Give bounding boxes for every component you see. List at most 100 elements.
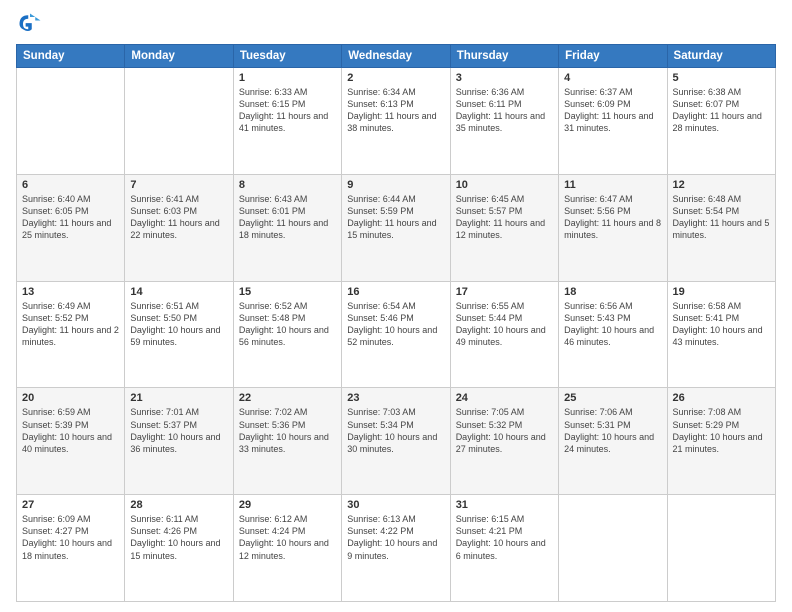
day-info: Sunrise: 6:33 AMSunset: 6:15 PMDaylight:… <box>239 86 336 135</box>
weekday-header-friday: Friday <box>559 45 667 68</box>
day-number: 14 <box>130 286 227 298</box>
weekday-header-sunday: Sunday <box>17 45 125 68</box>
day-info: Sunrise: 6:13 AMSunset: 4:22 PMDaylight:… <box>347 513 444 562</box>
day-number: 23 <box>347 392 444 404</box>
calendar-cell: 23 Sunrise: 7:03 AMSunset: 5:34 PMDayligh… <box>342 388 450 495</box>
day-number: 4 <box>564 72 661 84</box>
calendar-cell: 3 Sunrise: 6:36 AMSunset: 6:11 PMDaylight… <box>450 68 558 175</box>
calendar-cell: 2 Sunrise: 6:34 AMSunset: 6:13 PMDaylight… <box>342 68 450 175</box>
day-info: Sunrise: 6:41 AMSunset: 6:03 PMDaylight:… <box>130 193 227 242</box>
calendar-cell: 30 Sunrise: 6:13 AMSunset: 4:22 PMDayligh… <box>342 495 450 602</box>
day-number: 5 <box>673 72 770 84</box>
calendar-cell: 25 Sunrise: 7:06 AMSunset: 5:31 PMDayligh… <box>559 388 667 495</box>
day-info: Sunrise: 6:51 AMSunset: 5:50 PMDaylight:… <box>130 300 227 349</box>
day-number: 20 <box>22 392 119 404</box>
day-number: 1 <box>239 72 336 84</box>
day-number: 2 <box>347 72 444 84</box>
calendar-cell: 13 Sunrise: 6:49 AMSunset: 5:52 PMDayligh… <box>17 281 125 388</box>
day-number: 7 <box>130 179 227 191</box>
calendar-cell: 10 Sunrise: 6:45 AMSunset: 5:57 PMDayligh… <box>450 174 558 281</box>
weekday-header-wednesday: Wednesday <box>342 45 450 68</box>
day-number: 11 <box>564 179 661 191</box>
weekday-header-monday: Monday <box>125 45 233 68</box>
day-info: Sunrise: 6:37 AMSunset: 6:09 PMDaylight:… <box>564 86 661 135</box>
day-info: Sunrise: 6:45 AMSunset: 5:57 PMDaylight:… <box>456 193 553 242</box>
calendar-cell: 27 Sunrise: 6:09 AMSunset: 4:27 PMDayligh… <box>17 495 125 602</box>
weekday-header-thursday: Thursday <box>450 45 558 68</box>
calendar-cell: 8 Sunrise: 6:43 AMSunset: 6:01 PMDaylight… <box>233 174 341 281</box>
day-info: Sunrise: 6:56 AMSunset: 5:43 PMDaylight:… <box>564 300 661 349</box>
day-number: 12 <box>673 179 770 191</box>
day-info: Sunrise: 6:38 AMSunset: 6:07 PMDaylight:… <box>673 86 770 135</box>
day-number: 16 <box>347 286 444 298</box>
calendar-cell: 7 Sunrise: 6:41 AMSunset: 6:03 PMDaylight… <box>125 174 233 281</box>
logo-icon <box>16 10 44 38</box>
calendar-cell: 24Sunrise: 7:05 AMSunset: 5:32 PMDayligh… <box>450 388 558 495</box>
day-info: Sunrise: 6:47 AMSunset: 5:56 PMDaylight:… <box>564 193 661 242</box>
day-number: 3 <box>456 72 553 84</box>
calendar-table: SundayMondayTuesdayWednesdayThursdayFrid… <box>16 44 776 602</box>
day-number: 8 <box>239 179 336 191</box>
week-row-2: 6 Sunrise: 6:40 AMSunset: 6:05 PMDaylight… <box>17 174 776 281</box>
day-number: 31 <box>456 499 553 511</box>
day-number: 17 <box>456 286 553 298</box>
day-info: Sunrise: 6:36 AMSunset: 6:11 PMDaylight:… <box>456 86 553 135</box>
calendar-cell: 16 Sunrise: 6:54 AMSunset: 5:46 PMDayligh… <box>342 281 450 388</box>
day-info: Sunrise: 6:09 AMSunset: 4:27 PMDaylight:… <box>22 513 119 562</box>
day-info: Sunrise: 7:06 AMSunset: 5:31 PMDaylight:… <box>564 406 661 455</box>
calendar-cell: 9Sunrise: 6:44 AMSunset: 5:59 PMDaylight… <box>342 174 450 281</box>
calendar-cell: 18Sunrise: 6:56 AMSunset: 5:43 PMDayligh… <box>559 281 667 388</box>
day-info: Sunrise: 6:54 AMSunset: 5:46 PMDaylight:… <box>347 300 444 349</box>
calendar-body: 1 Sunrise: 6:33 AMSunset: 6:15 PMDaylight… <box>17 68 776 602</box>
day-info: Sunrise: 6:55 AMSunset: 5:44 PMDaylight:… <box>456 300 553 349</box>
calendar-cell: 11 Sunrise: 6:47 AMSunset: 5:56 PMDayligh… <box>559 174 667 281</box>
calendar-cell: 17 Sunrise: 6:55 AMSunset: 5:44 PMDayligh… <box>450 281 558 388</box>
calendar-cell: 26Sunrise: 7:08 AMSunset: 5:29 PMDayligh… <box>667 388 775 495</box>
week-row-3: 13 Sunrise: 6:49 AMSunset: 5:52 PMDayligh… <box>17 281 776 388</box>
day-number: 29 <box>239 499 336 511</box>
calendar-cell: 12Sunrise: 6:48 AMSunset: 5:54 PMDayligh… <box>667 174 775 281</box>
day-info: Sunrise: 7:03 AMSunset: 5:34 PMDaylight:… <box>347 406 444 455</box>
calendar-cell <box>667 495 775 602</box>
day-number: 6 <box>22 179 119 191</box>
week-row-5: 27 Sunrise: 6:09 AMSunset: 4:27 PMDayligh… <box>17 495 776 602</box>
day-number: 30 <box>347 499 444 511</box>
day-info: Sunrise: 7:05 AMSunset: 5:32 PMDaylight:… <box>456 406 553 455</box>
calendar-cell <box>125 68 233 175</box>
day-number: 25 <box>564 392 661 404</box>
weekday-row: SundayMondayTuesdayWednesdayThursdayFrid… <box>17 45 776 68</box>
day-number: 10 <box>456 179 553 191</box>
day-info: Sunrise: 6:59 AMSunset: 5:39 PMDaylight:… <box>22 406 119 455</box>
day-info: Sunrise: 6:52 AMSunset: 5:48 PMDaylight:… <box>239 300 336 349</box>
calendar-cell: 28Sunrise: 6:11 AMSunset: 4:26 PMDayligh… <box>125 495 233 602</box>
day-number: 15 <box>239 286 336 298</box>
day-info: Sunrise: 6:43 AMSunset: 6:01 PMDaylight:… <box>239 193 336 242</box>
day-info: Sunrise: 6:49 AMSunset: 5:52 PMDaylight:… <box>22 300 119 349</box>
day-info: Sunrise: 7:01 AMSunset: 5:37 PMDaylight:… <box>130 406 227 455</box>
day-info: Sunrise: 6:34 AMSunset: 6:13 PMDaylight:… <box>347 86 444 135</box>
day-number: 19 <box>673 286 770 298</box>
day-info: Sunrise: 6:40 AMSunset: 6:05 PMDaylight:… <box>22 193 119 242</box>
day-number: 21 <box>130 392 227 404</box>
calendar-cell: 21 Sunrise: 7:01 AMSunset: 5:37 PMDayligh… <box>125 388 233 495</box>
calendar-cell <box>559 495 667 602</box>
weekday-header-saturday: Saturday <box>667 45 775 68</box>
calendar-cell: 22Sunrise: 7:02 AMSunset: 5:36 PMDayligh… <box>233 388 341 495</box>
day-info: Sunrise: 6:44 AMSunset: 5:59 PMDaylight:… <box>347 193 444 242</box>
calendar-cell: 31Sunrise: 6:15 AMSunset: 4:21 PMDayligh… <box>450 495 558 602</box>
calendar-cell: 1 Sunrise: 6:33 AMSunset: 6:15 PMDaylight… <box>233 68 341 175</box>
day-number: 13 <box>22 286 119 298</box>
calendar-cell: 14 Sunrise: 6:51 AMSunset: 5:50 PMDayligh… <box>125 281 233 388</box>
day-number: 27 <box>22 499 119 511</box>
week-row-4: 20 Sunrise: 6:59 AMSunset: 5:39 PMDayligh… <box>17 388 776 495</box>
day-info: Sunrise: 6:12 AMSunset: 4:24 PMDaylight:… <box>239 513 336 562</box>
day-number: 28 <box>130 499 227 511</box>
day-info: Sunrise: 6:58 AMSunset: 5:41 PMDaylight:… <box>673 300 770 349</box>
logo <box>16 10 48 38</box>
calendar-cell: 5 Sunrise: 6:38 AMSunset: 6:07 PMDaylight… <box>667 68 775 175</box>
calendar-cell: 6 Sunrise: 6:40 AMSunset: 6:05 PMDaylight… <box>17 174 125 281</box>
calendar-cell: 20 Sunrise: 6:59 AMSunset: 5:39 PMDayligh… <box>17 388 125 495</box>
calendar-header: SundayMondayTuesdayWednesdayThursdayFrid… <box>17 45 776 68</box>
weekday-header-tuesday: Tuesday <box>233 45 341 68</box>
calendar-cell: 29 Sunrise: 6:12 AMSunset: 4:24 PMDayligh… <box>233 495 341 602</box>
